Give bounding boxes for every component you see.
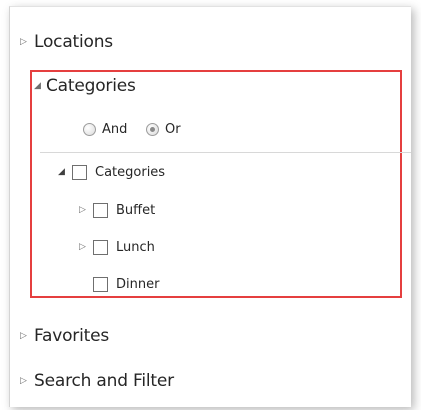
collapse-arrow-icon[interactable]: ◢	[58, 167, 72, 177]
filter-panel: ▷ Locations ◢ Categories And Or ◢ Catego…	[9, 6, 411, 407]
radio-or-label: Or	[165, 122, 181, 137]
section-favorites-label: Favorites	[34, 326, 109, 346]
tree-row-lunch[interactable]: ▷ Lunch	[79, 237, 155, 257]
tree-row-buffet[interactable]: ▷ Buffet	[79, 200, 155, 220]
checkbox-dinner[interactable]	[93, 276, 108, 292]
expand-arrow-icon[interactable]: ▷	[79, 242, 93, 252]
section-categories[interactable]: ◢ Categories	[34, 76, 136, 96]
section-search-and-filter[interactable]: ▷ Search and Filter	[20, 371, 174, 391]
tree-row-categories[interactable]: ◢ Categories	[58, 162, 165, 182]
checkbox-buffet[interactable]	[93, 202, 108, 218]
section-locations-label: Locations	[34, 32, 113, 52]
checkbox-categories[interactable]	[72, 164, 87, 180]
tree-row-dinner[interactable]: Dinner	[93, 274, 159, 294]
highlight-box	[30, 70, 402, 298]
section-locations[interactable]: ▷ Locations	[20, 32, 113, 52]
section-categories-label: Categories	[46, 76, 136, 96]
triangle-down-icon: ◢	[34, 81, 41, 91]
section-favorites[interactable]: ▷ Favorites	[20, 326, 109, 346]
checkbox-lunch[interactable]	[93, 239, 108, 255]
triangle-right-icon: ▷	[20, 37, 27, 47]
radio-and-label: And	[102, 122, 128, 137]
tree-label-categories: Categories	[95, 164, 166, 180]
section-search-and-filter-label: Search and Filter	[34, 371, 174, 391]
expand-arrow-icon[interactable]: ▷	[79, 205, 93, 215]
tree-label-buffet: Buffet	[116, 202, 156, 218]
radio-or-circle[interactable]	[146, 123, 159, 136]
radio-and-circle[interactable]	[83, 123, 96, 136]
triangle-right-icon: ▷	[20, 376, 27, 386]
tree-label-dinner: Dinner	[116, 276, 160, 292]
triangle-right-icon: ▷	[20, 331, 27, 341]
tree-label-lunch: Lunch	[116, 239, 155, 255]
divider	[40, 152, 411, 153]
radio-or[interactable]: Or	[146, 122, 181, 137]
radio-and[interactable]: And	[83, 122, 127, 137]
